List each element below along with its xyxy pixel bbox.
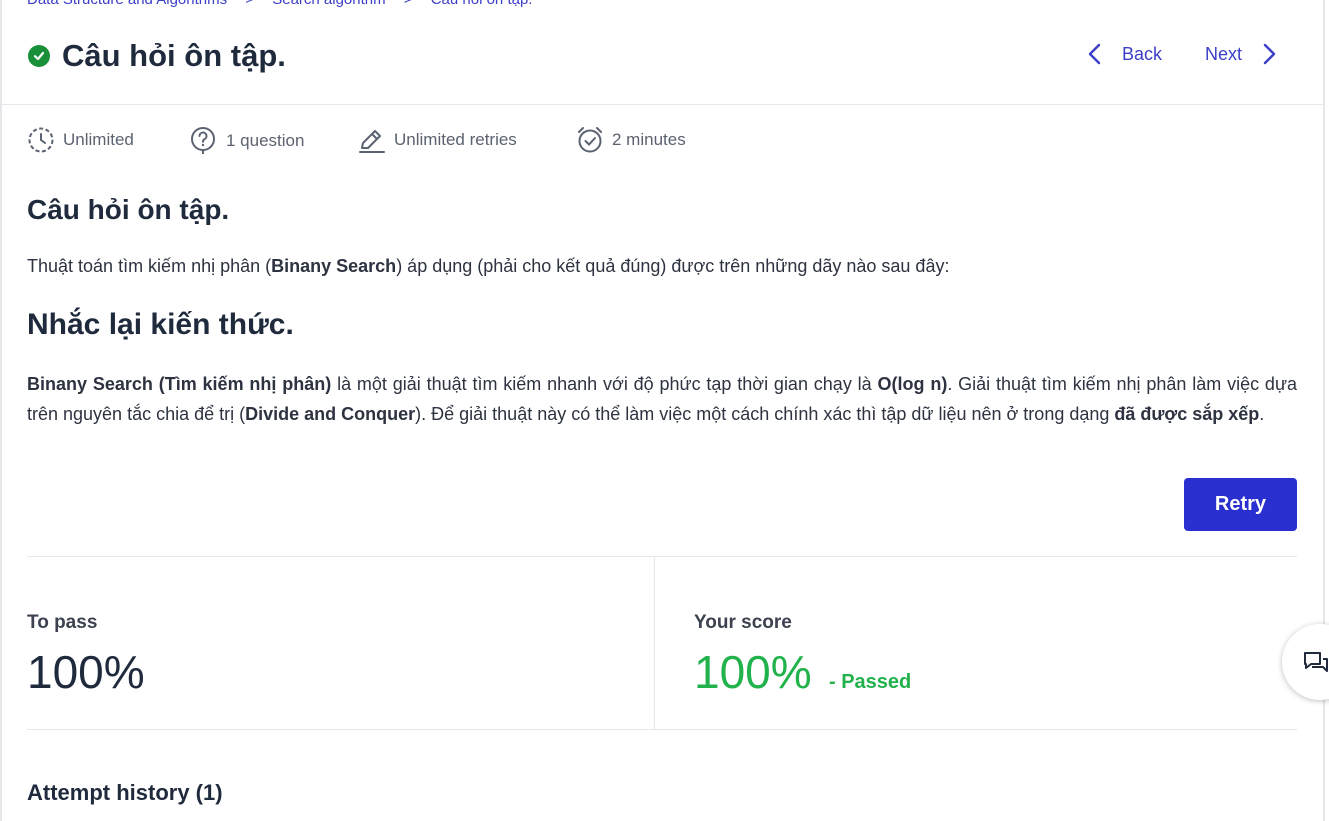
meta-retries: Unlimited retries xyxy=(358,126,517,154)
to-pass-label: To pass xyxy=(27,612,98,633)
explanation-paragraph: Binany Search (Tìm kiếm nhị phân) là một… xyxy=(27,374,1298,424)
header: Câu hỏi ôn tập. xyxy=(28,38,286,74)
back-button[interactable]: Back xyxy=(1086,42,1162,66)
breadcrumb-current[interactable]: Câu hỏi ôn tập. xyxy=(431,0,533,8)
breadcrumb-module[interactable]: Search algorithm xyxy=(272,0,385,8)
meta-duration-label: 2 minutes xyxy=(612,130,686,149)
score-panel: To pass 100% Your score 100% - Passed xyxy=(27,556,1297,730)
breadcrumb-separator: > xyxy=(245,0,254,8)
chevron-right-icon xyxy=(1263,43,1276,65)
your-score-value: 100% xyxy=(694,646,812,698)
question-text: Thuật toán tìm kiếm nhị phân (Binany Sea… xyxy=(27,256,950,276)
attempt-history-title: Attempt history (1) xyxy=(27,780,223,805)
your-score-label: Your score xyxy=(694,612,792,633)
meta-time: Unlimited xyxy=(27,126,134,154)
back-label: Back xyxy=(1122,43,1163,64)
remind-section-title: Nhắc lại kiến thức. xyxy=(27,308,294,341)
question-icon xyxy=(191,127,215,154)
question-section-title: Câu hỏi ôn tập. xyxy=(27,194,230,225)
meta-duration: 2 minutes xyxy=(576,126,686,154)
passed-status: - Passed xyxy=(829,671,912,693)
page-title: Câu hỏi ôn tập. xyxy=(62,38,286,73)
meta-time-label: Unlimited xyxy=(63,130,134,149)
clock-icon xyxy=(28,127,54,153)
score-divider xyxy=(654,557,655,729)
retry-button[interactable]: Retry xyxy=(1184,478,1297,531)
meta-questions-label: 1 question xyxy=(226,131,305,150)
next-button[interactable]: Next xyxy=(1205,42,1278,66)
meta-retries-label: Unlimited retries xyxy=(394,130,517,149)
pencil-icon xyxy=(359,130,385,153)
breadcrumb: Data Structure and Algorithms > Search a… xyxy=(27,0,546,8)
chevron-left-icon xyxy=(1088,43,1101,65)
completed-check-icon xyxy=(28,45,50,67)
meta-questions: 1 question xyxy=(190,126,304,156)
breadcrumb-separator: > xyxy=(404,0,413,8)
to-pass-value: 100% xyxy=(27,646,145,698)
next-label: Next xyxy=(1205,43,1243,64)
breadcrumb-course[interactable]: Data Structure and Algorithms xyxy=(27,0,227,8)
alarm-clock-icon xyxy=(578,127,602,153)
header-divider xyxy=(0,104,1325,105)
chat-icon xyxy=(1304,652,1328,672)
